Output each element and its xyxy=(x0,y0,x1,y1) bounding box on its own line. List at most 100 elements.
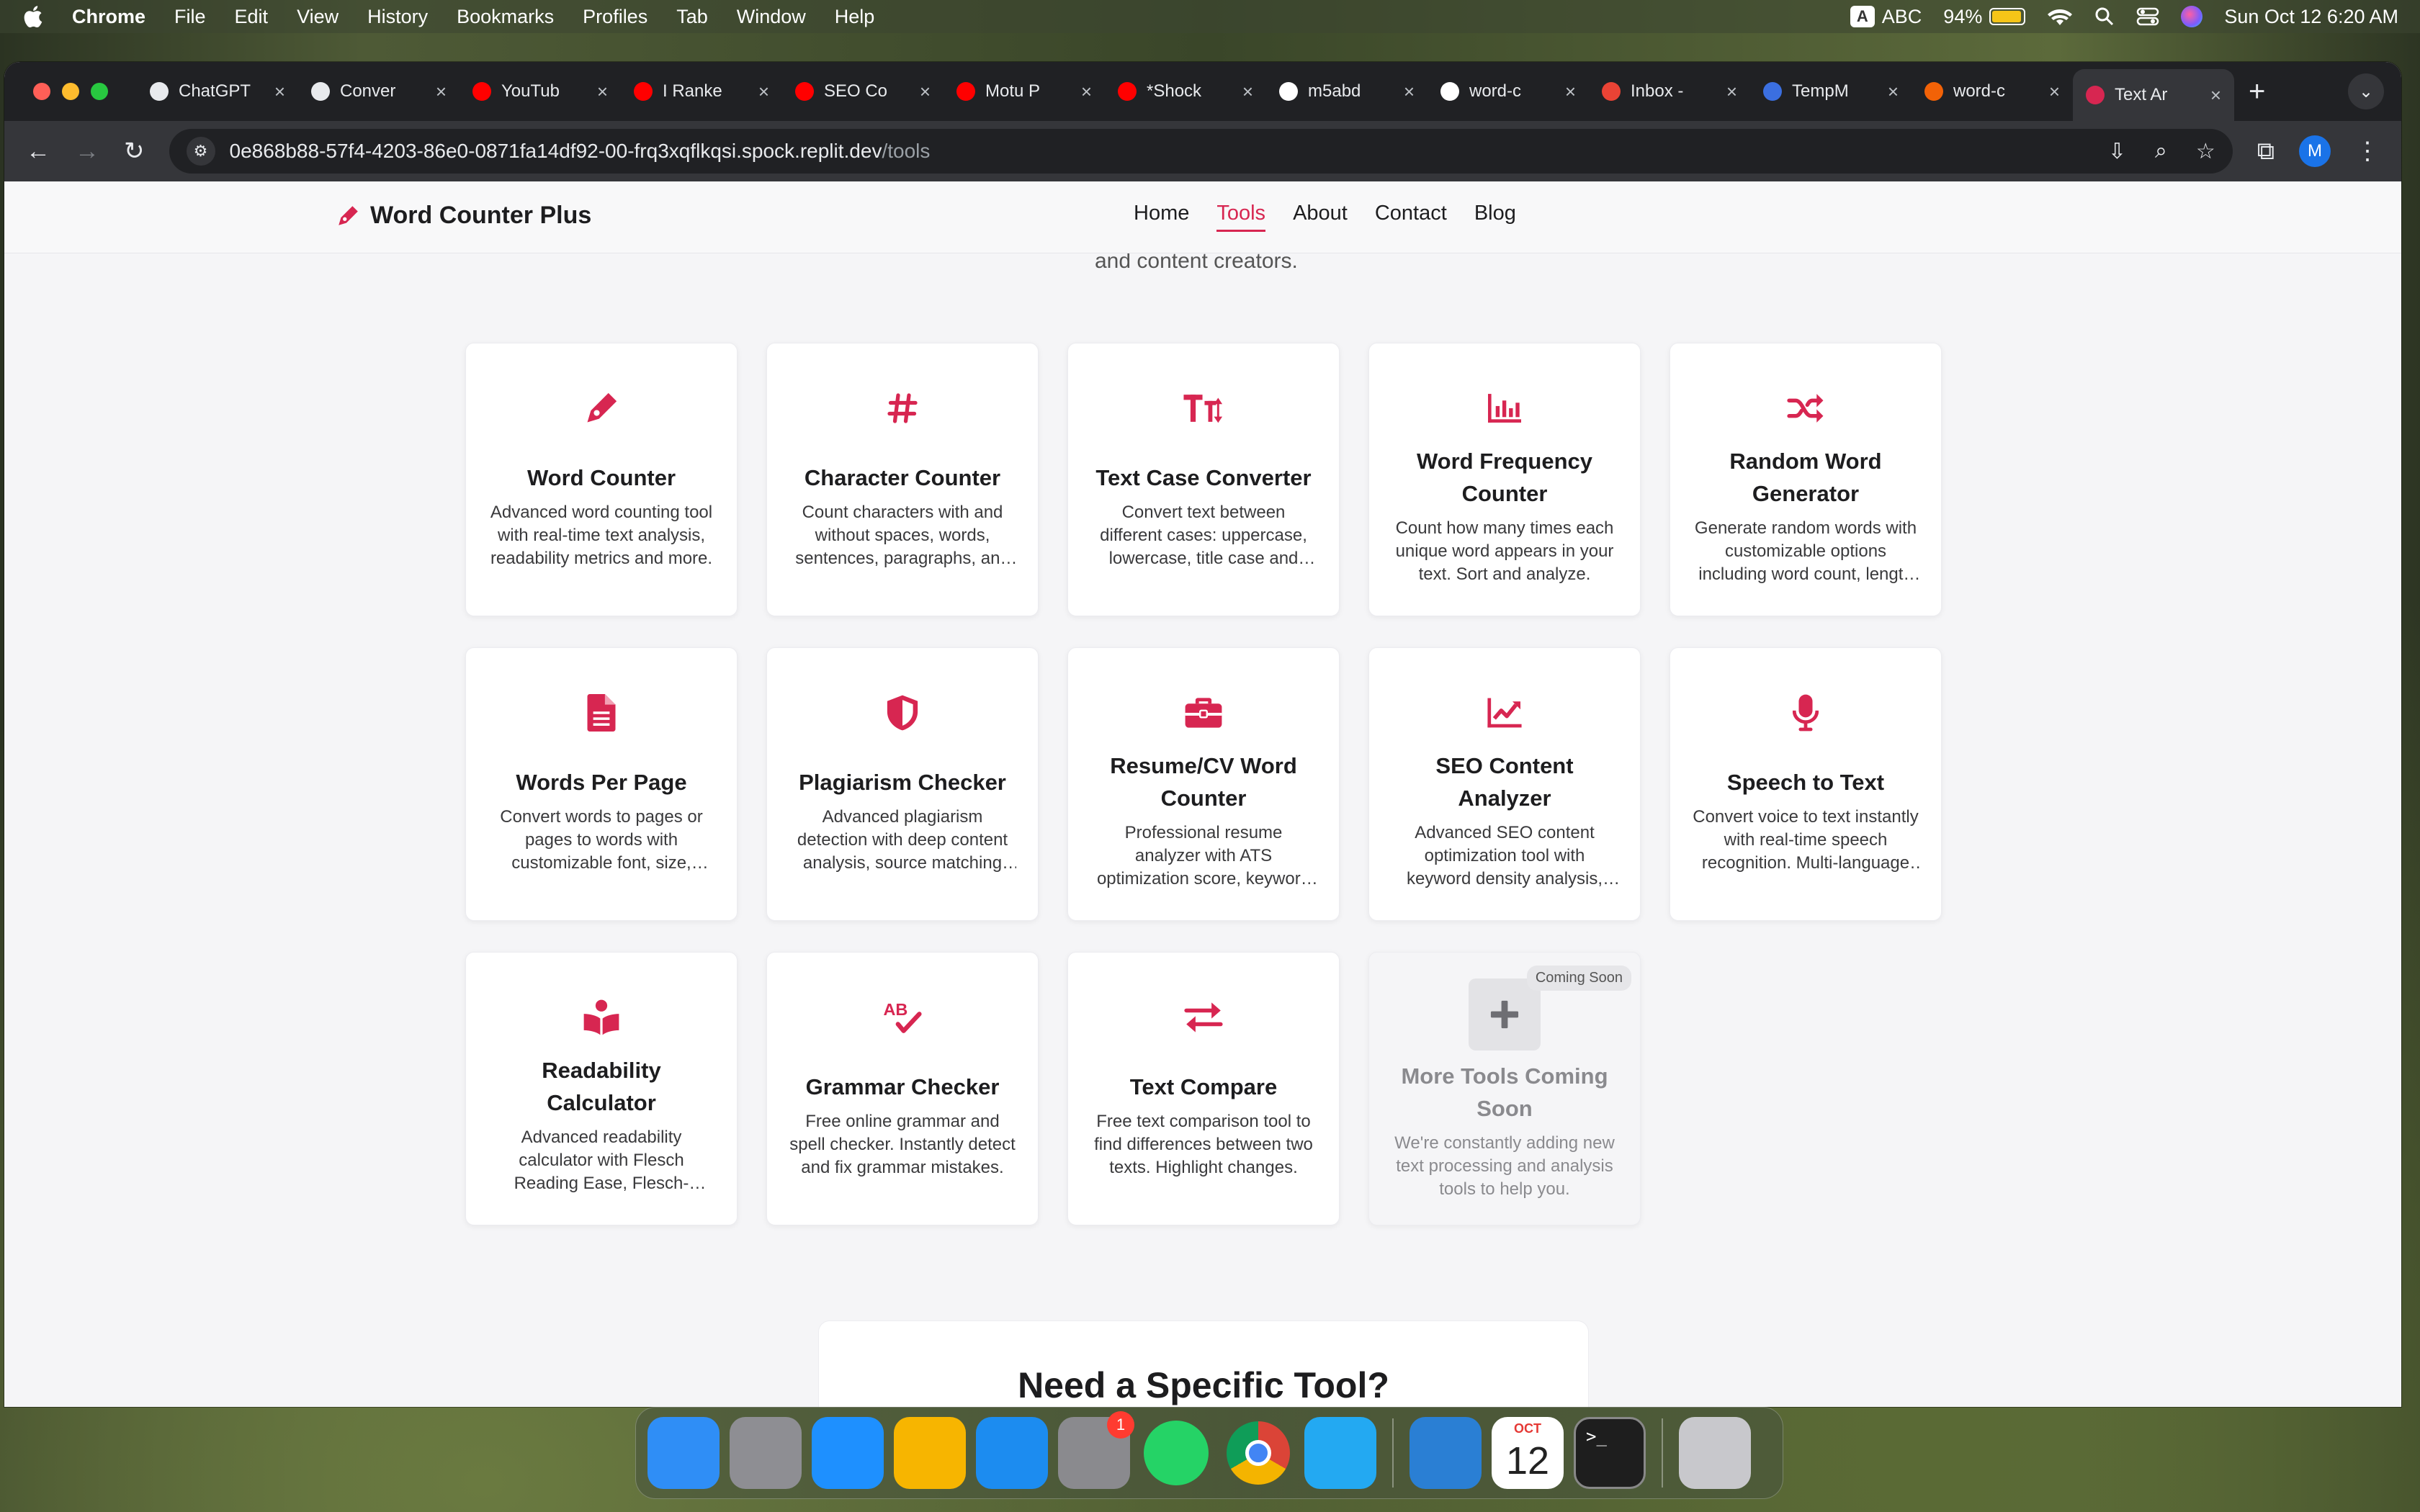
close-tab-icon[interactable]: × xyxy=(1726,81,1737,103)
address-bar[interactable]: ⚙ 0e868b88-57f4-4203-86e0-0871fa14df92-0… xyxy=(169,129,2233,174)
zoom-window-button[interactable] xyxy=(91,83,108,100)
close-tab-icon[interactable]: × xyxy=(274,81,285,103)
forward-arrow-icon[interactable]: → xyxy=(75,138,99,166)
launchpad-icon[interactable] xyxy=(730,1417,802,1489)
menu-view[interactable]: View xyxy=(297,6,339,28)
tool-card-speech-to-text[interactable]: Speech to Text Convert voice to text inst… xyxy=(1670,647,1942,921)
close-tab-icon[interactable]: × xyxy=(758,81,769,103)
bookmark-star-icon[interactable]: ☆ xyxy=(2196,139,2215,164)
menu-edit[interactable]: Edit xyxy=(235,6,269,28)
tab-search-button[interactable]: ⌄ xyxy=(2348,73,2384,109)
close-window-button[interactable] xyxy=(33,83,50,100)
menu-tab[interactable]: Tab xyxy=(676,6,708,28)
battery-percent[interactable]: 94% xyxy=(1943,6,1982,28)
tab[interactable]: I Ranke × xyxy=(621,70,782,113)
safari-icon[interactable] xyxy=(812,1417,884,1489)
tool-card-grammar-checker[interactable]: AB Grammar Checker Free online grammar and… xyxy=(766,952,1039,1225)
close-tab-icon[interactable]: × xyxy=(1404,81,1415,103)
menu-help[interactable]: Help xyxy=(835,6,875,28)
nav-contact[interactable]: Contact xyxy=(1375,202,1447,232)
close-tab-icon[interactable]: × xyxy=(1081,81,1092,103)
reload-icon[interactable]: ↻ xyxy=(124,137,145,166)
photos-icon[interactable] xyxy=(894,1417,966,1489)
youtube-icon xyxy=(956,82,975,101)
tool-card-readability-calculator[interactable]: Readability Calculator Advanced readabili… xyxy=(465,952,738,1225)
site-info-icon[interactable]: ⚙ xyxy=(186,137,215,166)
tool-card-words-per-page[interactable]: Words Per Page Convert words to pages or … xyxy=(465,647,738,921)
nav-tools[interactable]: Tools xyxy=(1216,202,1266,232)
nav-home[interactable]: Home xyxy=(1134,202,1189,232)
tool-card-text-compare[interactable]: Text Compare Free text comparison tool to… xyxy=(1067,952,1340,1225)
tab[interactable]: Inbox - × xyxy=(1589,70,1750,113)
tool-card-body: Word Counter Advanced word counting tool … xyxy=(488,430,715,616)
close-tab-icon[interactable]: × xyxy=(2210,84,2221,107)
chrome-icon[interactable] xyxy=(1227,1421,1290,1485)
new-tab-button[interactable]: + xyxy=(2249,76,2265,108)
tab[interactable]: word-c × xyxy=(1428,70,1589,113)
nav-blog[interactable]: Blog xyxy=(1474,202,1516,232)
tool-card-text-case-converter[interactable]: Text Case Converter Convert text between … xyxy=(1067,343,1340,616)
wifi-icon[interactable] xyxy=(2047,6,2073,27)
menu-profiles[interactable]: Profiles xyxy=(583,6,647,28)
tab[interactable]: word-c × xyxy=(1912,70,2073,113)
terminal-icon[interactable]: >_ xyxy=(1574,1417,1646,1489)
pen-icon xyxy=(2086,86,2105,104)
menu-app-name[interactable]: Chrome xyxy=(72,6,145,28)
tool-card-description: We're constantly adding new text process… xyxy=(1394,1133,1615,1199)
tool-card-plagiarism-checker[interactable]: Plagiarism Checker Advanced plagiarism de… xyxy=(766,647,1039,921)
tab[interactable]: SEO Co × xyxy=(782,70,944,113)
tab[interactable]: m5abd × xyxy=(1266,70,1428,113)
brand-logo-link[interactable]: Word Counter Plus xyxy=(336,202,591,230)
tool-card-random-word-generator[interactable]: Random Word Generator Generate random wor… xyxy=(1670,343,1942,616)
tab[interactable]: Motu P × xyxy=(944,70,1105,113)
siri-icon[interactable] xyxy=(2181,6,2203,27)
vscode-icon[interactable] xyxy=(1304,1417,1376,1489)
close-tab-icon[interactable]: × xyxy=(1565,81,1576,103)
trash-icon[interactable] xyxy=(1679,1417,1751,1489)
tab[interactable]: Conver × xyxy=(298,70,460,113)
control-center-icon[interactable] xyxy=(2136,6,2159,27)
spotlight-search-icon[interactable] xyxy=(2094,6,2115,27)
input-source-badge[interactable]: A xyxy=(1850,6,1875,27)
zoom-icon[interactable]: ⌕ xyxy=(2155,139,2167,164)
apple-menu-icon[interactable] xyxy=(22,4,43,29)
system-settings-icon[interactable]: 1 xyxy=(1058,1411,1134,1489)
whatsapp-icon[interactable] xyxy=(1144,1421,1209,1485)
install-app-icon[interactable]: ⇩ xyxy=(2108,139,2126,164)
tool-card-resume-cv-word-counter[interactable]: Resume/CV Word Counter Professional resum… xyxy=(1067,647,1340,921)
migration-icon[interactable] xyxy=(1410,1417,1482,1489)
close-tab-icon[interactable]: × xyxy=(1242,81,1253,103)
tool-card-seo-content-analyzer[interactable]: SEO Content Analyzer Advanced SEO content… xyxy=(1368,647,1641,921)
input-source-label[interactable]: ABC xyxy=(1882,6,1922,28)
app-store-icon[interactable] xyxy=(976,1417,1048,1489)
chrome-menu-icon[interactable]: ⋮ xyxy=(2355,137,2380,166)
tool-card-character-counter[interactable]: Character Counter Count characters with a… xyxy=(766,343,1039,616)
close-tab-icon[interactable]: × xyxy=(920,81,931,103)
menu-history[interactable]: History xyxy=(367,6,428,28)
close-tab-icon[interactable]: × xyxy=(597,81,608,103)
tool-card-word-counter[interactable]: Word Counter Advanced word counting tool … xyxy=(465,343,738,616)
menu-window[interactable]: Window xyxy=(737,6,806,28)
tab-title: Conver xyxy=(340,81,396,101)
close-tab-icon[interactable]: × xyxy=(436,81,447,103)
close-tab-icon[interactable]: × xyxy=(2049,81,2060,103)
finder-icon[interactable] xyxy=(647,1417,720,1489)
tab[interactable]: TempM × xyxy=(1750,70,1912,113)
tab[interactable]: ChatGPT × xyxy=(137,70,298,113)
battery-icon[interactable] xyxy=(1989,8,2026,25)
nav-about[interactable]: About xyxy=(1293,202,1348,232)
tab[interactable]: *Shock × xyxy=(1105,70,1266,113)
menu-bookmarks[interactable]: Bookmarks xyxy=(457,6,554,28)
tool-card-word-frequency-counter[interactable]: Word Frequency Counter Count how many tim… xyxy=(1368,343,1641,616)
tab-active[interactable]: Text Ar × xyxy=(2073,69,2234,121)
profile-avatar[interactable]: M xyxy=(2299,135,2331,167)
minimize-window-button[interactable] xyxy=(62,83,79,100)
menu-file[interactable]: File xyxy=(174,6,206,28)
back-arrow-icon[interactable]: ← xyxy=(26,138,50,166)
vercel-icon xyxy=(1440,82,1459,101)
menubar-clock[interactable]: Sun Oct 12 6:20 AM xyxy=(2224,6,2398,28)
extensions-icon[interactable]: ⧉ xyxy=(2257,138,2275,166)
calendar-icon[interactable]: OCT 12 xyxy=(1492,1417,1564,1489)
close-tab-icon[interactable]: × xyxy=(1888,81,1899,103)
tab[interactable]: YouTub × xyxy=(460,70,621,113)
